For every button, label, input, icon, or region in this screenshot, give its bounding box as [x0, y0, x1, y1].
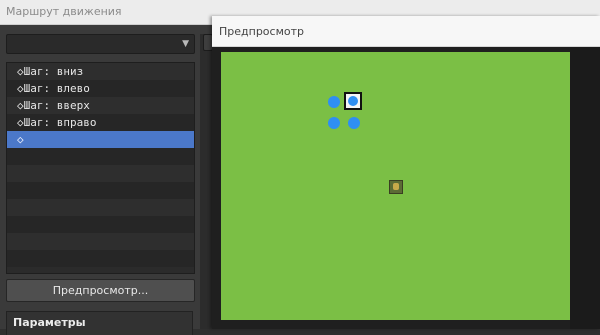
list-item[interactable]: ◇Шаг: вправо [7, 114, 194, 131]
list-item[interactable]: ◇Шаг: вверх [7, 97, 194, 114]
preview-titlebar: Предпросмотр [212, 16, 600, 47]
list-item-empty[interactable] [7, 148, 194, 165]
list-item-empty[interactable] [7, 216, 194, 233]
list-item[interactable]: ◇ [7, 131, 194, 148]
preview-window: Предпросмотр [212, 16, 600, 329]
preview-title: Предпросмотр [219, 25, 304, 38]
list-item-empty[interactable] [7, 165, 194, 182]
list-item-empty[interactable] [7, 250, 194, 267]
chevron-down-icon[interactable]: ▼ [182, 39, 189, 49]
route-point [348, 117, 360, 129]
character-sprite-icon[interactable] [389, 180, 403, 194]
map-preview[interactable] [221, 52, 570, 320]
preview-body [212, 47, 600, 329]
list-item[interactable]: ◇Шаг: влево [7, 80, 194, 97]
list-item-empty[interactable] [7, 182, 194, 199]
route-command-list[interactable]: ◇Шаг: вниз ◇Шаг: влево ◇Шаг: вверх ◇Шаг: вп… [6, 62, 195, 274]
route-point [328, 96, 340, 108]
list-item-empty[interactable] [7, 199, 194, 216]
list-item[interactable]: ◇Шаг: вниз [7, 63, 194, 80]
list-item-empty[interactable] [7, 233, 194, 250]
move-route-title: Маршрут движения [6, 5, 122, 18]
preview-button[interactable]: Предпросмотр... [6, 279, 195, 302]
route-point [328, 117, 340, 129]
current-position-marker [344, 92, 362, 110]
params-header: Параметры [6, 311, 193, 335]
character-select[interactable]: ▼ [6, 34, 195, 54]
panel-divider [200, 34, 212, 329]
preview-margin [570, 47, 600, 329]
